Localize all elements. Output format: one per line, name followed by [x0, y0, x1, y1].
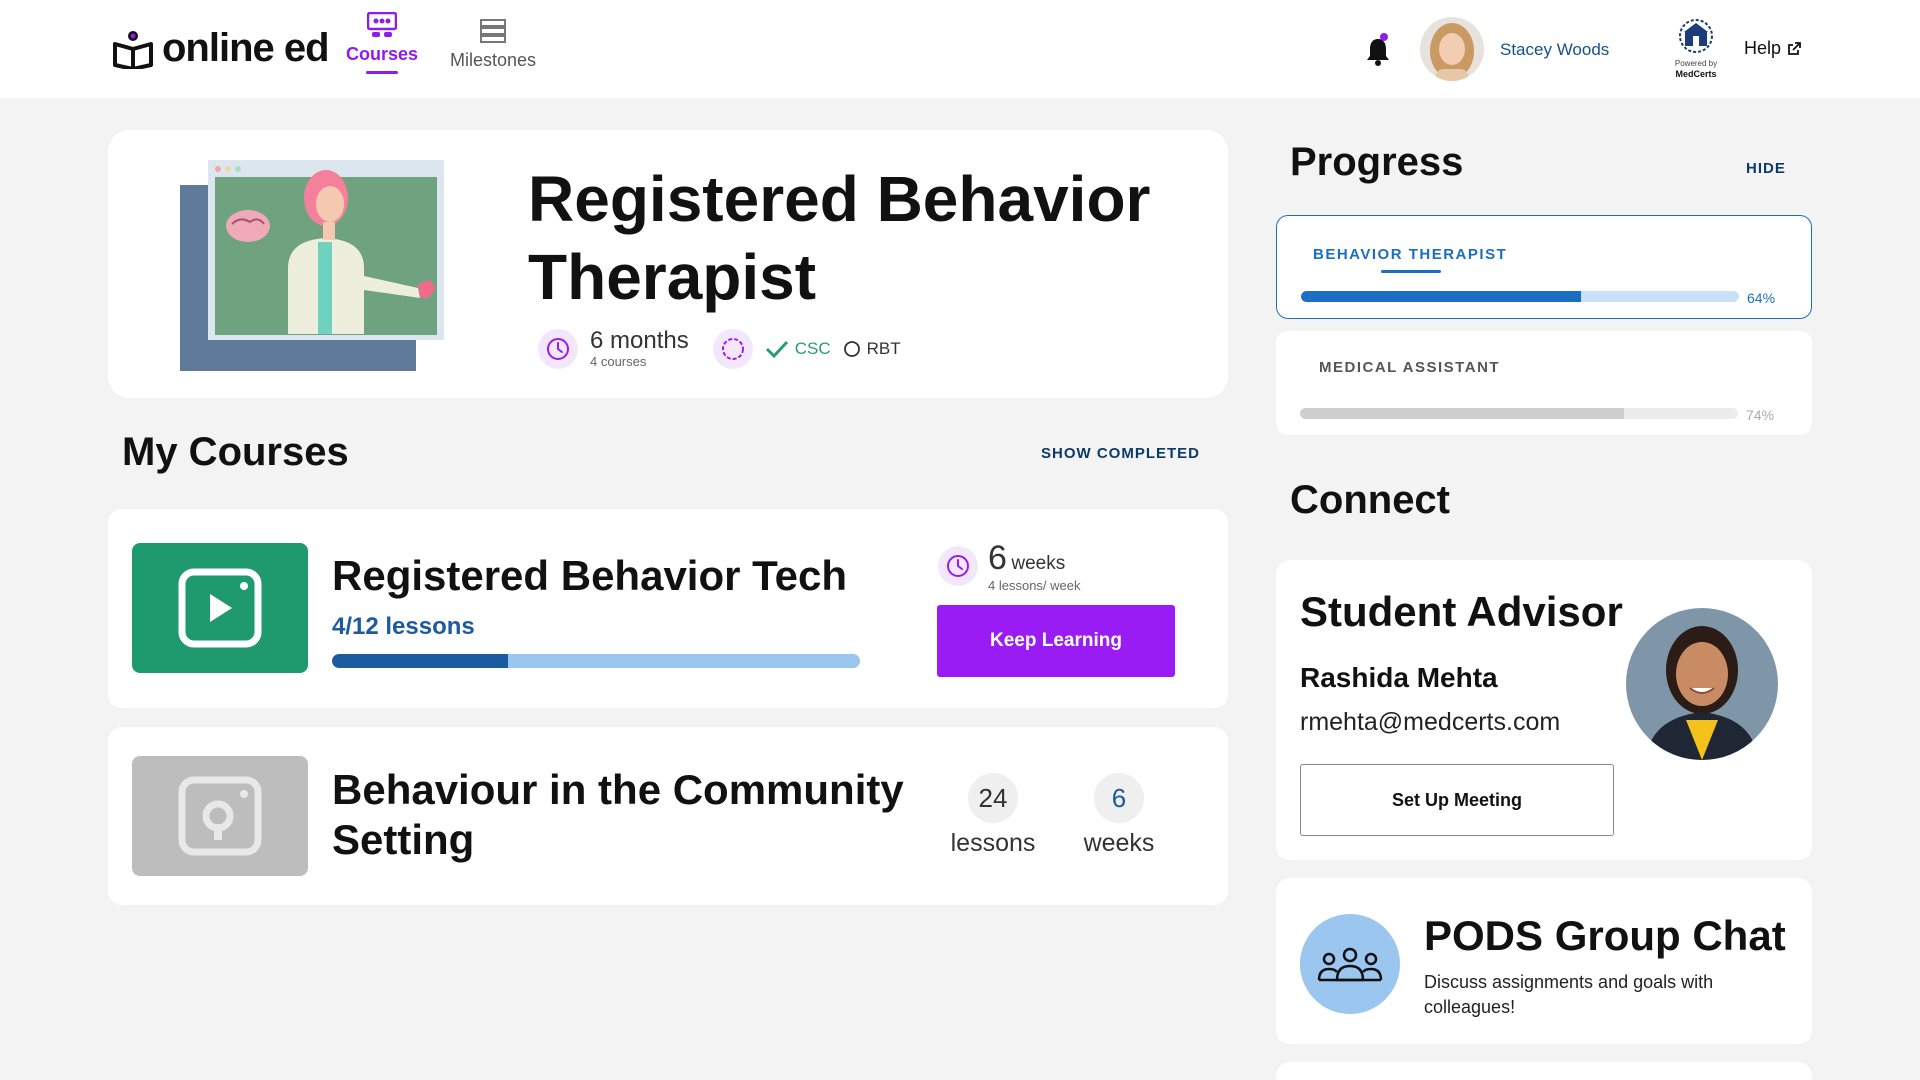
milestones-icon	[480, 19, 507, 43]
program-hero-card: Registered Behavior Therapist 6 months 4…	[108, 130, 1228, 398]
program-meta: 6 months 4 courses CSC RBT	[538, 328, 901, 369]
group-people-icon	[1317, 947, 1383, 982]
duration-icon-wrap	[938, 546, 978, 586]
program-progress-percent: 64%	[1747, 290, 1776, 306]
weeks-label: weeks	[1083, 829, 1155, 857]
course-title: Behaviour in the Community Setting	[332, 766, 904, 863]
cert-csc: CSC	[794, 338, 831, 358]
program-progress-fill	[1300, 408, 1625, 419]
weeks-count: 6	[1094, 773, 1144, 823]
course-title: Registered Behavior Tech	[332, 552, 848, 599]
connect-title: Connect	[1290, 478, 1450, 522]
hide-progress-link[interactable]: HIDE	[1746, 160, 1786, 177]
medcerts-badge: Powered by MedCerts	[1668, 14, 1724, 79]
my-courses-title: My Courses	[122, 430, 349, 474]
book-logo-icon	[113, 30, 153, 69]
weeks-unit: weeks	[1011, 553, 1066, 574]
clock-icon	[547, 337, 569, 360]
group-chat-icon-wrap	[1300, 914, 1400, 1014]
tab-milestones[interactable]: Milestones	[450, 12, 536, 71]
powered-by-text: Powered by	[1674, 59, 1718, 68]
notification-bell-icon[interactable]	[1364, 36, 1392, 66]
external-link-icon	[1788, 41, 1801, 55]
locked-media-icon	[178, 776, 262, 856]
lessons-progress-text: 4/12 lessons	[332, 613, 475, 640]
certification-icon-wrap	[712, 328, 753, 369]
top-navigation-bar: online ed Courses Milestones Stacey Wood…	[0, 0, 1920, 98]
weeks-number: 6	[988, 539, 1007, 577]
advisor-role: Student Advisor	[1300, 588, 1623, 635]
program-progress-label: BEHAVIOR THERAPIST	[1313, 246, 1508, 263]
checkmark-icon	[765, 340, 788, 358]
program-progress-fill	[1301, 291, 1582, 302]
program-progress-label: MEDICAL ASSISTANT	[1319, 359, 1501, 376]
help-label: Help	[1744, 38, 1782, 58]
program-progress-card-medical-assistant[interactable]: MEDICAL ASSISTANT 74%	[1276, 331, 1812, 435]
duration-value: 6 months	[590, 327, 689, 354]
advisor-photo	[1626, 608, 1778, 760]
course-thumbnail	[132, 543, 308, 673]
advisor-name: Rashida Mehta	[1300, 662, 1498, 693]
lessons-count: 24	[968, 773, 1018, 823]
teacher-illustration	[180, 160, 444, 371]
help-link[interactable]: Help	[1744, 38, 1801, 59]
notification-dot	[1380, 33, 1388, 41]
logo-text: online ed	[162, 26, 330, 70]
badge-icon	[721, 337, 744, 360]
program-progress-bar	[1301, 291, 1739, 302]
tab-milestones-label: Milestones	[450, 50, 537, 70]
program-duration: 6 months 4 courses	[590, 327, 689, 370]
course-card[interactable]: Registered Behavior Tech 4/12 lessons 6 …	[108, 509, 1228, 708]
partner-brand-text: MedCerts	[1675, 69, 1717, 79]
program-progress-bar	[1300, 408, 1738, 419]
course-progress-fill	[332, 654, 508, 668]
set-up-meeting-button[interactable]: Set Up Meeting	[1300, 764, 1614, 836]
group-chat-description: Discuss assignments and goals with colle…	[1424, 972, 1714, 1017]
weeks-count-stat: 6 weeks	[1064, 773, 1174, 858]
partial-card	[1276, 1062, 1812, 1080]
lessons-count-stat: 24 lessons	[938, 773, 1048, 858]
program-progress-percent: 74%	[1746, 407, 1775, 423]
tab-courses[interactable]: Courses	[346, 12, 418, 74]
course-count: 4 courses	[590, 354, 647, 369]
program-progress-card-behavior-therapist[interactable]: BEHAVIOR THERAPIST 64%	[1276, 215, 1812, 319]
student-advisor-card: Student Advisor Rashida Mehta rmehta@med…	[1276, 560, 1812, 860]
selected-indicator	[1381, 270, 1441, 273]
lessons-label: lessons	[950, 829, 1036, 857]
keep-learning-button[interactable]: Keep Learning	[937, 605, 1175, 677]
user-avatar[interactable]	[1420, 17, 1484, 81]
pods-group-chat-card[interactable]: PODS Group Chat Discuss assignments and …	[1276, 878, 1812, 1044]
progress-title: Progress	[1290, 140, 1464, 184]
course-card[interactable]: Behaviour in the Community Setting 24 le…	[108, 727, 1228, 905]
lessons-pace: 4 lessons/ week	[988, 578, 1081, 593]
course-progress-bar	[332, 654, 860, 668]
group-chat-title: PODS Group Chat	[1424, 912, 1786, 959]
advisor-email[interactable]: rmehta@medcerts.com	[1300, 708, 1560, 737]
medcerts-logo-icon	[1679, 19, 1713, 53]
empty-circle-icon	[843, 340, 860, 357]
courses-icon	[367, 12, 398, 37]
user-name[interactable]: Stacey Woods	[1500, 40, 1609, 60]
course-duration: 6 weeks 4 lessons/ week	[938, 539, 1081, 593]
show-completed-link[interactable]: SHOW COMPLETED	[1041, 445, 1200, 462]
duration-icon-wrap	[538, 328, 578, 369]
clock-icon	[947, 555, 969, 577]
cert-rbt: RBT	[866, 338, 901, 358]
program-title: Registered Behavior Therapist	[528, 163, 1151, 313]
course-thumbnail	[132, 756, 308, 876]
active-tab-indicator	[366, 71, 399, 74]
tab-courses-label: Courses	[346, 44, 419, 64]
online-ed-logo[interactable]: online ed	[112, 26, 330, 71]
video-play-icon	[178, 568, 262, 648]
